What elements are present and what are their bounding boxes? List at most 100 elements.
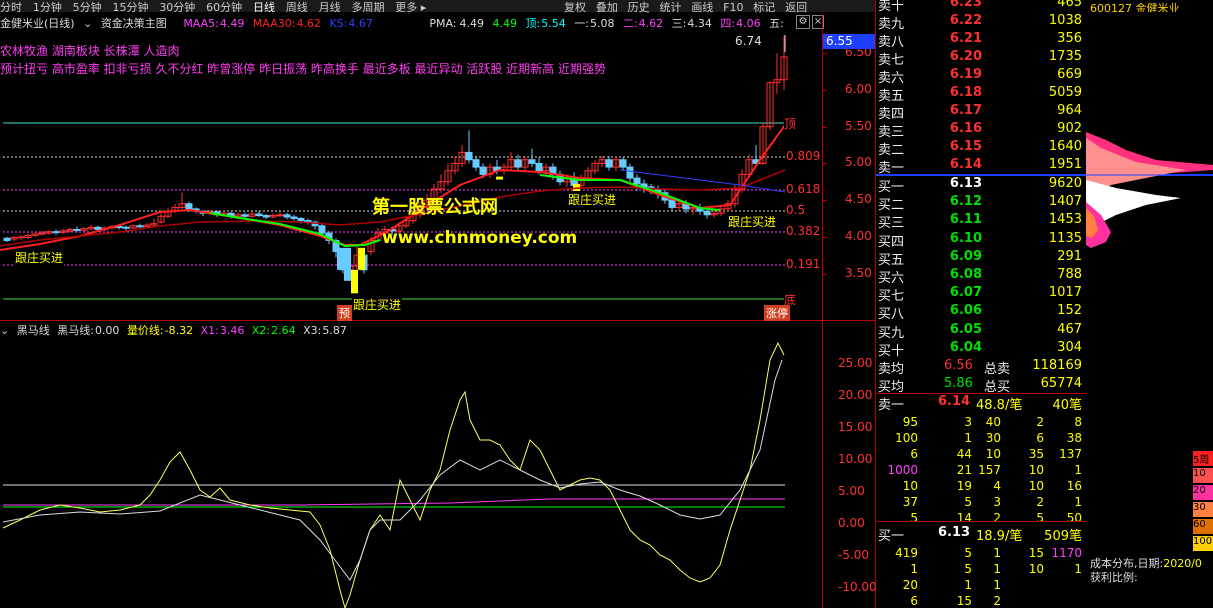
- candle-body: [633, 177, 641, 185]
- orderbook-volume: 356: [1057, 31, 1082, 46]
- candle-body: [465, 151, 473, 161]
- orderbook-price: 6.23: [949, 0, 982, 10]
- queue-order: 2: [993, 511, 1001, 525]
- chevron-down-icon[interactable]: ⌄: [0, 324, 9, 337]
- orderbook-label: 买九: [878, 325, 905, 341]
- candle-body: [94, 226, 102, 230]
- orderbook-price: 6.06: [949, 303, 982, 319]
- queue-order: 40: [985, 415, 1001, 429]
- tick-mark: [822, 273, 827, 275]
- x1-label: X1:: [200, 324, 219, 337]
- price-tick: 6.00: [845, 82, 872, 96]
- candle-body: [472, 159, 480, 168]
- orderbook-price: 6.16: [949, 121, 982, 136]
- orderbook-label: 买四: [878, 234, 905, 250]
- queue-order: 2: [1036, 495, 1044, 509]
- candle-body: [185, 203, 193, 210]
- queue-order: 10: [1028, 562, 1044, 576]
- buy-signal-label: 跟庄买进: [14, 249, 65, 266]
- orderbook-volume: 1135: [1048, 230, 1082, 246]
- queue-order: 4: [993, 479, 1001, 493]
- buy-signal-label: 跟庄买进: [352, 296, 403, 313]
- chip-legend-item: 5周: [1193, 451, 1213, 466]
- orderbook-label: 卖六: [878, 71, 905, 86]
- x2-label: X2:: [251, 324, 271, 337]
- candle-body: [297, 217, 305, 222]
- signal-bar: [344, 247, 351, 281]
- orderbook-price: 6.10: [949, 230, 982, 246]
- orderbook-volume: 1453: [1048, 212, 1082, 228]
- orderbook-volume: 788: [1057, 267, 1082, 282]
- orderbook-price: 6.15: [949, 139, 982, 154]
- buy-signal-label: 跟庄买进: [567, 191, 618, 208]
- candle-body: [276, 214, 284, 217]
- fib-label: 0.5: [786, 203, 806, 217]
- signal-bar: [496, 176, 503, 180]
- orderbook-label: 买十: [878, 343, 905, 359]
- indicator-tick: 15.00: [838, 420, 873, 434]
- panel-divider: [0, 320, 875, 321]
- queue-order: 16: [1066, 479, 1082, 493]
- queue-order: 15: [1028, 546, 1044, 560]
- price-tick: 5.50: [845, 118, 872, 133]
- orderbook-price: 6.17: [949, 103, 982, 118]
- queue-order: 2: [1036, 415, 1044, 429]
- fib-label: 0.382: [786, 224, 821, 238]
- chip-legend-item: 20: [1193, 485, 1213, 500]
- orderbook-price: 6.04: [949, 339, 982, 355]
- avg-buy-value: 5.86: [944, 376, 973, 391]
- price-tick: 5.00: [845, 155, 872, 170]
- candle-body: [122, 226, 130, 229]
- orderbook-volume: 1640: [1048, 139, 1082, 154]
- candle-body: [73, 228, 81, 231]
- queue-count: 509笔: [1044, 529, 1082, 544]
- orderbook-label: 买八: [878, 307, 905, 323]
- orderbook-price: 6.05: [949, 321, 982, 337]
- queue-order: 3: [993, 495, 1001, 509]
- watermark-url: www.chnmoney.com: [382, 228, 578, 248]
- orderbook-price: 6.13: [949, 176, 982, 191]
- chip-legend-item: 60: [1193, 519, 1213, 534]
- tick-mark: [822, 163, 827, 165]
- tick-mark: [822, 53, 827, 55]
- queue-order: 6: [910, 447, 918, 461]
- orderbook-label: 卖五: [878, 89, 905, 104]
- divider: [876, 521, 1086, 522]
- orderbook-price: 6.11: [949, 212, 982, 228]
- orderbook-volume: 1407: [1048, 194, 1082, 210]
- orderbook-label: 买二: [878, 198, 905, 214]
- queue-order: 5: [1036, 511, 1044, 525]
- queue-order: 137: [1059, 447, 1082, 461]
- candle-body: [514, 159, 522, 168]
- queue-order: 1000: [887, 463, 918, 477]
- orderbook-price: 6.07: [949, 285, 982, 301]
- limit-up-tag: 涨停: [764, 305, 790, 321]
- indicator-title[interactable]: 黑马线: [17, 324, 50, 337]
- candle-body: [668, 199, 676, 208]
- orderbook-price: 6.18: [949, 85, 982, 100]
- candle-body: [262, 215, 270, 218]
- candle-body: [255, 213, 263, 217]
- fib-label: 0.618: [786, 182, 821, 196]
- queue-order: 35: [1028, 447, 1044, 461]
- orderbook-label: 卖二: [878, 143, 905, 158]
- queue-order: 30: [985, 431, 1001, 445]
- x3-label: X3:: [303, 324, 322, 337]
- orderbook-label: 买三: [878, 216, 905, 232]
- high-price-label: 6.74: [735, 34, 762, 48]
- candle-body: [318, 225, 326, 234]
- orderbook-volume: 467: [1057, 321, 1082, 337]
- queue-order: 5: [910, 511, 918, 525]
- chip-legend-item: 30: [1193, 502, 1213, 517]
- fib-label: 0.191: [786, 257, 821, 271]
- queue-order: 38: [1066, 431, 1082, 445]
- orderbook-volume: 1951: [1048, 157, 1082, 172]
- candle-body: [283, 214, 291, 218]
- signal-bar: [358, 247, 365, 270]
- liangjia-value: -8.32: [164, 324, 194, 337]
- queue-order: 95: [902, 415, 918, 429]
- indicator-tick: 25.00: [838, 356, 873, 370]
- candle-body: [38, 232, 46, 235]
- candle-body: [605, 159, 613, 168]
- queue-order: 1: [993, 562, 1001, 576]
